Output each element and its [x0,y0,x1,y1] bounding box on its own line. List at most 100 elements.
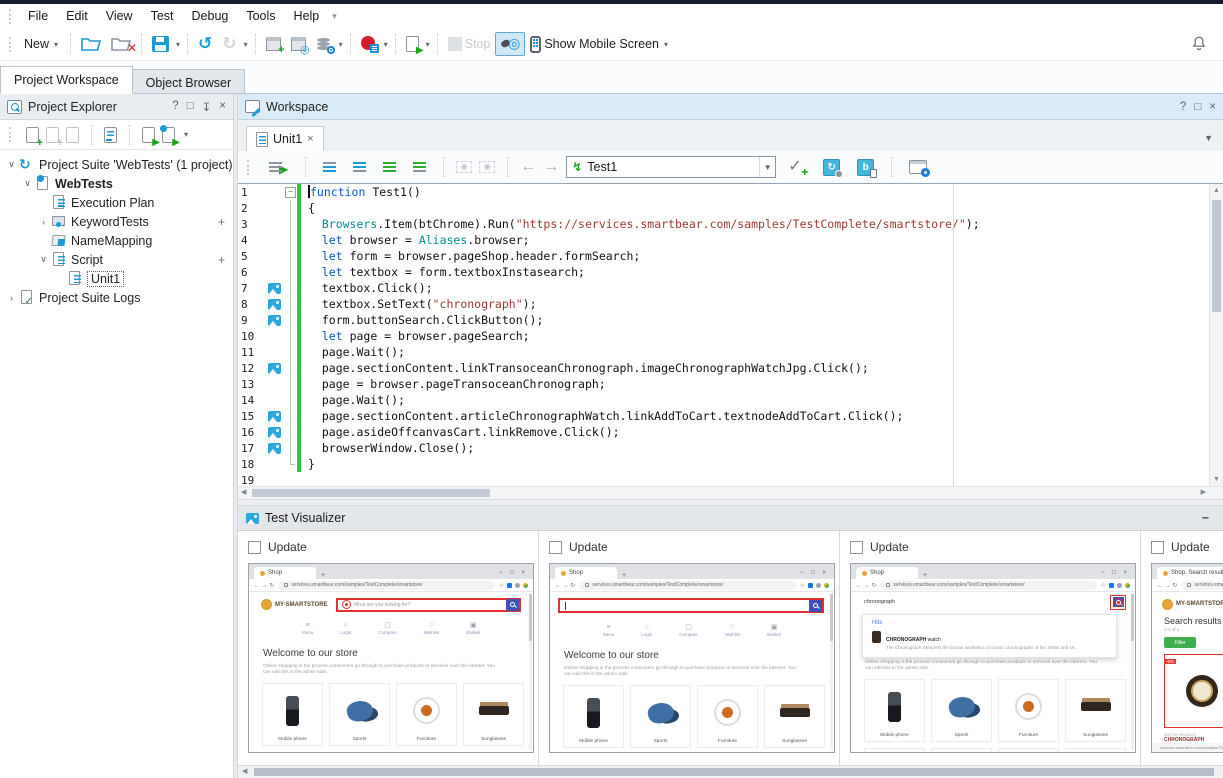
tab-unit1[interactable]: Unit1 × [246,126,324,152]
pin-button[interactable]: ↧ [202,100,212,114]
expander-icon[interactable]: › [4,293,19,303]
close-tab-icon[interactable]: × [307,133,313,145]
expander-icon[interactable]: ∨ [20,178,35,189]
code-text[interactable]: Browsers.Item(btChrome).Run("https://ser… [308,217,980,231]
menu-tools[interactable]: Tools [237,6,284,26]
visualizer-image-marker-icon[interactable] [268,283,281,294]
tab-object-browser[interactable]: Object Browser [133,69,245,94]
menu-overflow-arrow[interactable]: ▾ [328,11,341,22]
run-project-button[interactable]: ▶ [142,127,155,143]
editor-horizontal-scrollbar[interactable]: ◀ ▶ [238,486,1223,499]
update-checkbox[interactable] [850,541,863,554]
undo-button[interactable]: ↺ [193,33,217,55]
stop-button[interactable]: Stop [443,34,496,54]
show-code-button-disabled[interactable]: ◉ [479,161,495,173]
visualizer-thumbnail-3[interactable]: Shop+− □ × ← → ↻services.smartbear.com/s… [850,563,1136,753]
editor-line-17[interactable]: 17 browserWindow.Close(); [238,440,1209,456]
add-icon[interactable]: + [218,215,225,229]
editor-line-1[interactable]: 1function Test1() [238,184,1209,200]
web-wizard-button[interactable]: ↻ [818,156,845,179]
code-text[interactable]: let textbox = form.textboxInstasearch; [308,265,585,279]
data-dropdown-arrow[interactable]: ▾ [337,40,345,49]
code-text[interactable]: page.sectionContent.linkTransoceanChrono… [308,361,869,375]
tree-item-project-suite-webtests-1-project[interactable]: ∨↻Project Suite 'WebTests' (1 project) [0,155,233,174]
visualizer-image-marker-icon[interactable] [268,427,281,438]
scroll-left-icon[interactable]: ◀ [241,488,246,496]
scroll-right-icon[interactable]: ▶ [1201,488,1206,496]
scrollbar-thumb[interactable] [252,489,490,497]
scroll-down-icon[interactable]: ▼ [1210,476,1223,483]
scroll-up-icon[interactable]: ▲ [1210,187,1223,194]
notifications-button[interactable] [1185,31,1213,57]
visualizer-image-marker-icon[interactable] [268,299,281,310]
code-text[interactable]: form.buttonSearch.ClickButton(); [308,313,543,327]
help-button[interactable]: ? [1180,101,1186,113]
redo-button[interactable]: ↻ [217,33,241,55]
visualizer-thumbnail-1[interactable]: Shop+− □ × ← → ↻services.smartbear.com/s… [248,563,534,753]
menu-view[interactable]: View [97,6,142,26]
visualizer-image-marker-icon[interactable] [268,315,281,326]
editor-line-16[interactable]: 16 page.asideOffcanvasCart.linkRemove.Cl… [238,424,1209,440]
tree-item-project-suite-logs[interactable]: ›Project Suite Logs [0,288,233,307]
new-button[interactable]: New ▾ [19,34,65,54]
revert-format-button[interactable] [408,164,431,170]
update-checkbox-label[interactable]: Update [850,540,1140,554]
help-button[interactable]: ? [172,100,178,114]
visualizer-splitter[interactable] [238,499,1223,506]
save-button[interactable] [147,33,174,55]
add-existing-item-button-disabled[interactable] [66,127,79,143]
run-test-button[interactable]: ▶ [401,33,424,55]
visualizer-horizontal-scrollbar[interactable]: ◀ [238,765,1223,778]
record-dropdown-arrow[interactable]: ▾ [382,40,390,49]
update-checkbox[interactable] [248,541,261,554]
editor-line-7[interactable]: 7 textbox.Click(); [238,280,1209,296]
update-checkbox[interactable] [549,541,562,554]
visualizer-thumbnail-2[interactable]: Shop+− □ × ← → ↻services.smartbear.com/s… [549,563,835,753]
editor-line-5[interactable]: 5 let form = browser.pageShop.header.for… [238,248,1209,264]
scrollbar-thumb[interactable] [1212,200,1221,312]
update-checkbox-label[interactable]: Update [549,540,839,554]
editor-line-6[interactable]: 6 let textbox = form.textboxInstasearch; [238,264,1209,280]
editor-line-2[interactable]: 2{ [238,200,1209,216]
visualizer-thumbnail-4[interactable]: Shop. Search result for− □ × ← → ↻servic… [1151,563,1223,753]
data-settings-button[interactable] [311,34,337,54]
object-spy-button[interactable]: ◎ [286,34,311,54]
menu-file[interactable]: File [19,6,57,26]
code-text[interactable]: page.asideOffcanvasCart.linkRemove.Click… [308,425,620,439]
expander-icon[interactable]: ∨ [36,254,51,265]
close-file-button[interactable]: ✕ [106,33,136,55]
editor-line-14[interactable]: 14 page.Wait(); [238,392,1209,408]
run-options-arrow[interactable]: ▾ [182,130,190,139]
execution-plan-button[interactable] [104,127,117,143]
editor-line-12[interactable]: 12 page.sectionContent.linkTransoceanChr… [238,360,1209,376]
code-text[interactable]: let form = browser.pageShop.header.formS… [308,249,640,263]
test-selector-combobox[interactable]: ↯ Test1 ▼ [566,156,776,178]
code-text[interactable]: { [308,201,315,215]
editor-line-15[interactable]: 15 page.sectionContent.articleChronograp… [238,408,1209,424]
editor-line-4[interactable]: 4 let browser = Aliases.browser; [238,232,1209,248]
code-text[interactable]: textbox.Click(); [308,281,433,295]
minimize-button[interactable]: − [1202,511,1215,525]
close-button[interactable]: × [1209,101,1216,113]
add-checkpoint-button[interactable]: + [783,156,811,178]
editor-line-19[interactable]: 19 [238,472,1209,486]
tree-item-namemapping[interactable]: NameMapping [0,231,233,250]
menu-help[interactable]: Help [285,6,329,26]
code-editor[interactable]: 1function Test1()2{3 Browsers.Item(btChr… [238,184,1223,486]
run-project-suite-button[interactable]: ▶ [162,127,175,143]
code-text[interactable]: page.Wait(); [308,345,405,359]
navigate-back-button[interactable]: ← [520,160,536,174]
code-text[interactable]: textbox.SetText("chronograph"); [308,297,537,311]
scroll-left-icon[interactable]: ◀ [242,767,247,775]
code-text[interactable]: page.sectionContent.articleChronographWa… [308,409,903,423]
add-icon[interactable]: + [218,253,225,267]
record-test-button[interactable] [356,33,382,55]
editor-options-button[interactable] [904,157,932,177]
visualizer-image-marker-icon[interactable] [268,411,281,422]
tree-item-unit1[interactable]: Unit1 [0,269,233,288]
menu-debug[interactable]: Debug [183,6,238,26]
show-mobile-screen-button[interactable]: Show Mobile Screen ▾ [525,33,675,56]
tree-item-script[interactable]: ∨Script+ [0,250,233,269]
file-list-dropdown[interactable]: ▼ [1204,133,1223,143]
menu-test[interactable]: Test [142,6,183,26]
